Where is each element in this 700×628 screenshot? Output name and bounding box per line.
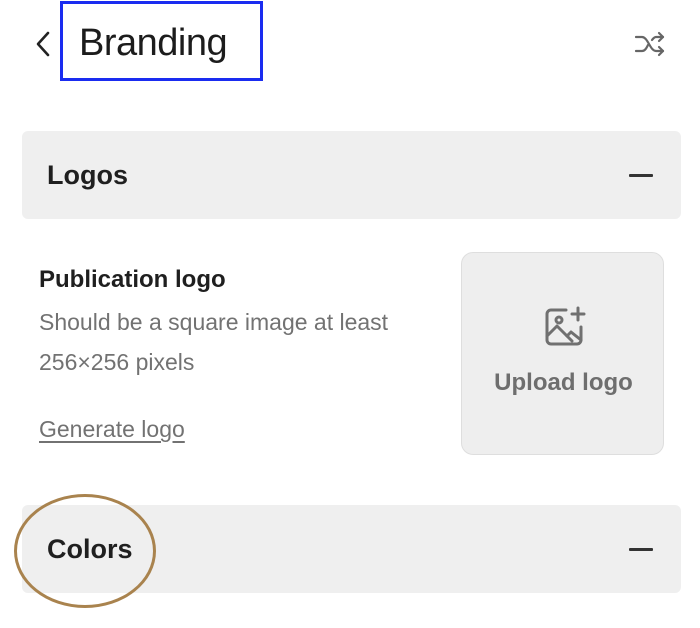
publication-logo-description: Should be a square image at least 256×25…: [39, 309, 389, 375]
back-button[interactable]: [26, 24, 60, 64]
panel-header: Branding: [0, 0, 700, 90]
upload-logo-button[interactable]: Upload logo: [461, 252, 664, 455]
shuffle-button[interactable]: [630, 26, 670, 62]
page-title: Branding: [79, 22, 228, 64]
section-title-logos: Logos: [47, 160, 128, 190]
minus-icon[interactable]: [629, 548, 653, 551]
generate-logo-link[interactable]: Generate logo: [39, 412, 185, 446]
logos-section-header[interactable]: Logos: [22, 131, 681, 219]
upload-logo-label: Upload logo: [494, 369, 633, 396]
section-title-colors: Colors: [47, 534, 133, 564]
minus-icon[interactable]: [629, 174, 653, 177]
shuffle-icon: [634, 31, 665, 57]
colors-section-header[interactable]: Colors: [22, 505, 681, 593]
image-add-icon: [545, 306, 586, 346]
publication-logo-title: Publication logo: [39, 266, 226, 293]
publication-logo-info: Publication logo Should be a square imag…: [39, 262, 419, 382]
chevron-left-icon: [36, 31, 50, 57]
